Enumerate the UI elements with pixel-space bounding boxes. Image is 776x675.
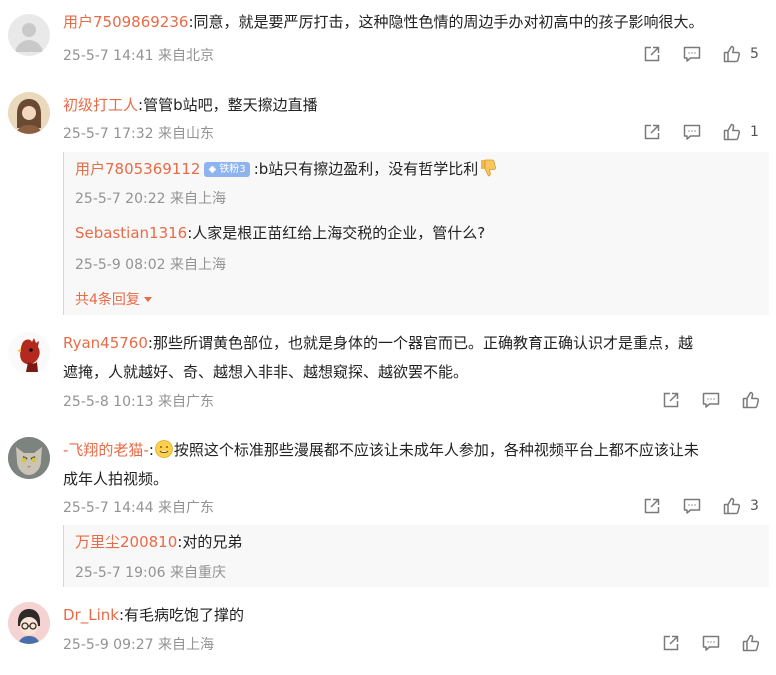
avatar[interactable] <box>8 437 50 479</box>
comment-content: :有毛病吃饱了撑的 <box>118 606 244 624</box>
username-link[interactable]: -飞翔的老猫- <box>63 441 149 459</box>
username-link[interactable]: 初级打工人 <box>63 96 138 114</box>
comment-meta: 25-5-9 09:27 来自上海 <box>63 637 214 653</box>
comment-meta: 25-5-8 10:13 来自广东 <box>63 394 214 410</box>
reply-content: :人家是根正苗红给上海交税的企业，管什么? <box>187 224 486 242</box>
comment-text-continued: 遮掩，人就越好、奇、越想入非非、越想窥探、越欲罢不能。 <box>63 363 469 381</box>
share-icon[interactable] <box>661 390 681 410</box>
comment-text: 初级打工人:管管b站吧，整天擦边直播 <box>63 93 318 118</box>
reply-text: 万里尘200810:对的兄弟 <box>75 530 242 555</box>
like-count: 3 <box>750 498 759 514</box>
comment-content: :那些所谓黄色部位，也就是身体的一个器官而已。正确教育正确认识才是重点，越 <box>147 334 693 352</box>
username-link[interactable]: 用户7509869236 <box>63 13 188 31</box>
comment-icon[interactable] <box>682 496 702 516</box>
comment-icon[interactable] <box>682 122 702 142</box>
view-more-replies-link[interactable]: 共4条回复 <box>75 289 152 309</box>
comment-content: :管管b站吧，整天擦边直播 <box>138 96 318 114</box>
avatar[interactable] <box>8 602 50 644</box>
username-link[interactable]: Ryan45760 <box>63 334 148 352</box>
share-icon[interactable] <box>642 44 662 64</box>
like-icon[interactable] <box>741 390 761 410</box>
avatar[interactable] <box>8 14 50 56</box>
username-link[interactable]: 用户7805369112 <box>75 160 200 178</box>
fan-badge: ◆ 铁粉3 <box>204 162 250 177</box>
comment-content: :同意，就是要严厉打击，这种隐性色情的周边手办对初高中的孩子影响很大。 <box>188 13 704 31</box>
thumbs-down-emoji-icon <box>481 159 497 177</box>
comment-text: Dr_Link:有毛病吃饱了撑的 <box>63 603 244 628</box>
like-count: 5 <box>750 46 759 62</box>
comment-icon[interactable] <box>682 44 702 64</box>
share-icon[interactable] <box>661 633 681 653</box>
like-icon[interactable] <box>722 496 742 516</box>
like-icon[interactable] <box>741 633 761 653</box>
share-icon[interactable] <box>642 122 662 142</box>
comment-meta: 25-5-7 17:32 来自山东 <box>63 126 214 142</box>
username-link[interactable]: 万里尘200810 <box>75 533 177 551</box>
comment-text: 用户7509869236:同意，就是要严厉打击，这种隐性色情的周边手办对初高中的… <box>63 10 704 35</box>
reply-meta: 25-5-7 20:22 来自上海 <box>75 191 226 207</box>
reply-content: :b站只有擦边盈利，没有哲学比利 <box>253 160 479 178</box>
like-icon[interactable] <box>722 122 742 142</box>
reply-text: 用户7805369112 ◆ 铁粉3:b站只有擦边盈利，没有哲学比利 <box>75 157 498 182</box>
comment-meta: 25-5-7 14:41 来自北京 <box>63 48 214 64</box>
comment-icon[interactable] <box>701 390 721 410</box>
comment-meta: 25-5-7 14:44 来自广东 <box>63 500 214 516</box>
reply-content: :对的兄弟 <box>177 533 243 551</box>
fan-badge-label: 铁粉3 <box>219 164 246 175</box>
username-link[interactable]: Sebastian1316 <box>75 224 187 242</box>
comment-text: Ryan45760:那些所谓黄色部位，也就是身体的一个器官而已。正确教育正确认识… <box>63 331 693 356</box>
comment-content: 按照这个标准那些漫展都不应该让未成年人参加，各种视频平台上都不应该让未 <box>173 441 699 459</box>
reply-text: Sebastian1316:人家是根正苗红给上海交税的企业，管什么? <box>75 221 485 246</box>
avatar[interactable] <box>8 332 50 374</box>
comment-text-continued: 成年人拍视频。 <box>63 470 169 488</box>
caret-down-icon <box>143 297 152 302</box>
comment-icon[interactable] <box>701 633 721 653</box>
comment-text: -飞翔的老猫-: 按照这个标准那些漫展都不应该让未成年人参加，各种视频平台上都不应… <box>63 438 699 463</box>
username-link[interactable]: Dr_Link <box>63 606 119 624</box>
reply-meta: 25-5-7 19:06 来自重庆 <box>75 565 226 581</box>
like-count: 1 <box>750 124 759 140</box>
grinning-face-emoji-icon <box>154 440 173 458</box>
more-replies-label: 共4条回复 <box>75 292 140 308</box>
like-icon[interactable] <box>722 44 742 64</box>
reply-meta: 25-5-9 08:02 来自上海 <box>75 257 226 273</box>
share-icon[interactable] <box>642 496 662 516</box>
avatar[interactable] <box>8 92 50 134</box>
